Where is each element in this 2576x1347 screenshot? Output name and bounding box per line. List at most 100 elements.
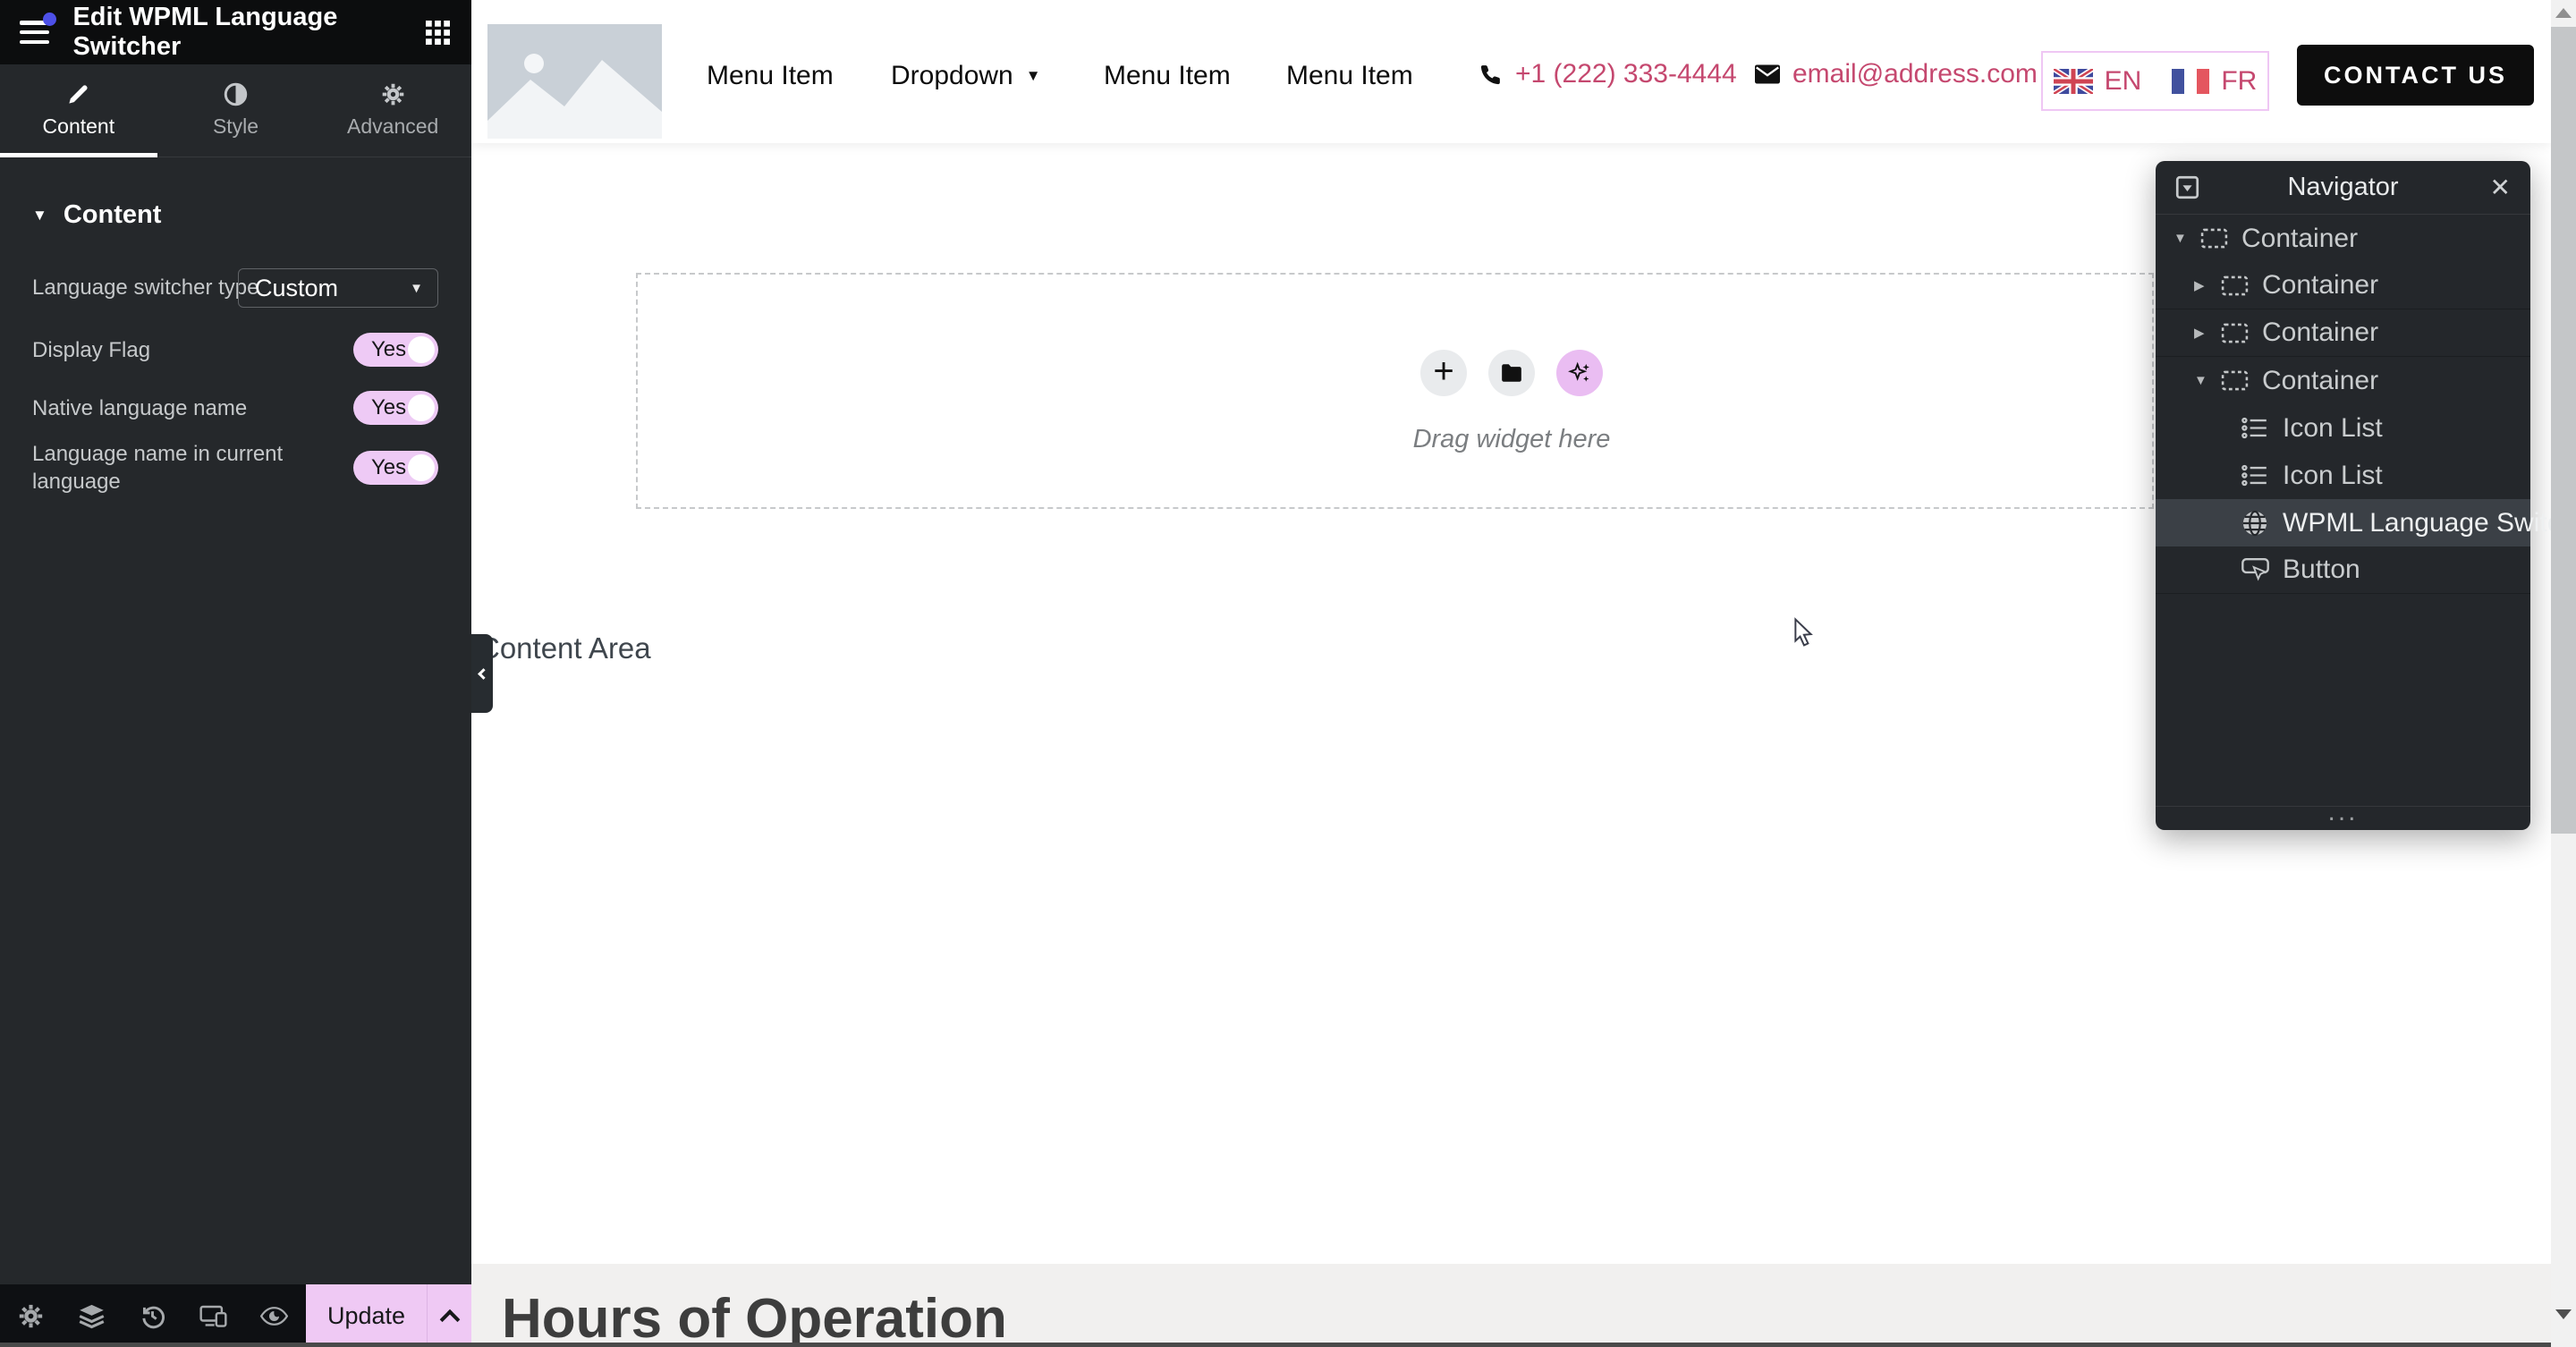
scrollbar-thumb[interactable] — [2551, 27, 2576, 834]
chevron-left-icon — [478, 668, 489, 680]
language-code: EN — [2105, 66, 2142, 97]
button-icon — [2241, 558, 2283, 581]
history-icon[interactable] — [122, 1303, 182, 1329]
menu-item-3[interactable]: Menu Item — [1104, 61, 1231, 91]
page-scrollbar — [2551, 0, 2576, 1347]
toggle-control-row: Language name in current language Yes — [0, 428, 471, 508]
menu-item-4[interactable]: Menu Item — [1286, 61, 1413, 91]
navigator-resize-handle[interactable]: ... — [2156, 806, 2530, 830]
envelope-icon — [1755, 64, 1780, 84]
uk-flag-icon — [2054, 69, 2093, 94]
content-section-header[interactable]: ▼ Content — [32, 200, 161, 230]
navigator-title: Navigator — [2156, 173, 2530, 202]
toggle-control-row: Display Flag Yes — [0, 323, 471, 377]
navigator-item-container[interactable]: ▶ Container — [2156, 309, 2530, 357]
navigator-item-button[interactable]: Button — [2156, 546, 2530, 594]
header-email-link[interactable]: email@address.com — [1755, 59, 2038, 89]
select-value: Custom — [255, 275, 338, 302]
scroll-down-arrow[interactable] — [2555, 1309, 2572, 1319]
caret-right-icon[interactable]: ▶ — [2194, 325, 2221, 341]
menu-item-1[interactable]: Menu Item — [707, 61, 834, 91]
navigator-item-label: Icon List — [2283, 461, 2383, 491]
chevron-down-icon: ▼ — [410, 281, 423, 296]
style-icon — [224, 82, 248, 106]
toggle-switch[interactable]: Yes — [353, 451, 438, 485]
editor-sidebar: Edit WPML Language Switcher Content — [0, 0, 471, 1347]
chevron-up-icon — [439, 1309, 460, 1330]
container-icon — [2200, 228, 2241, 249]
navigator-item-wpml-language-switcher[interactable]: WPML Language Switcher — [2156, 499, 2530, 546]
toggle-state-label: Yes — [371, 337, 406, 362]
site-header: Menu Item Dropdown▼ Menu Item Menu Item +1 … — [471, 0, 2551, 143]
widget-drop-zone[interactable]: + Drag widget here — [636, 273, 2154, 509]
wpml-language-switcher-widget: EN FR — [2041, 51, 2269, 111]
ai-sparkle-icon — [1568, 361, 1592, 385]
widgets-grid-icon[interactable] — [426, 21, 450, 45]
menu-item-label: Dropdown — [891, 61, 1013, 91]
caret-down-icon[interactable]: ▼ — [2174, 231, 2200, 246]
navigator-item-container[interactable]: ▼ Container — [2156, 357, 2530, 404]
language-switcher-type-label: Language switcher type — [32, 268, 259, 308]
header-phone-link[interactable]: +1 (222) 333-4444 — [1479, 59, 1737, 89]
toggle-switch[interactable]: Yes — [353, 333, 438, 367]
folder-icon — [1500, 361, 1523, 385]
navigator-item-label: Container — [2262, 366, 2378, 396]
tab-content[interactable]: Content — [0, 64, 157, 157]
panel-footer: Update — [0, 1284, 471, 1347]
mouse-cursor — [1790, 617, 1817, 655]
toggle-switch[interactable]: Yes — [353, 391, 438, 425]
elementor-editor: Edit WPML Language Switcher Content — [0, 0, 2576, 1347]
toggle-knob — [408, 394, 435, 421]
toggle-state-label: Yes — [371, 395, 406, 420]
navigator-item-icon-list[interactable]: Icon List — [2156, 452, 2530, 499]
navigator-item-container[interactable]: ▶ Container — [2156, 262, 2530, 309]
toggle-label: Display Flag — [32, 336, 318, 364]
tab-style[interactable]: Style — [157, 64, 315, 157]
contact-us-button[interactable]: CONTACT US — [2297, 45, 2534, 106]
caret-right-icon[interactable]: ▶ — [2194, 277, 2221, 293]
navigator-item-icon-list[interactable]: Icon List — [2156, 404, 2530, 452]
language-link-fr[interactable]: FR — [2172, 66, 2257, 97]
menu-item-label: Menu Item — [1104, 61, 1231, 91]
add-widget-button[interactable]: + — [1420, 350, 1467, 396]
hamburger-menu-icon[interactable] — [20, 21, 49, 44]
responsive-devices-icon[interactable] — [182, 1302, 243, 1330]
navigator-item-container[interactable]: ▼Container — [2156, 215, 2530, 262]
menu-item-2[interactable]: Dropdown▼ — [891, 61, 1041, 91]
navigator-item-label: Container — [2262, 270, 2378, 301]
update-options-button[interactable] — [427, 1284, 471, 1347]
drop-zone-caption: Drag widget here — [1413, 425, 1611, 454]
language-switcher-type-select[interactable]: Custom ▼ — [238, 268, 438, 308]
tab-advanced-label: Advanced — [347, 114, 438, 139]
caret-down-icon[interactable]: ▼ — [2194, 373, 2221, 388]
toggle-label: Language name in current language — [32, 440, 318, 496]
toggle-label: Native language name — [32, 394, 318, 422]
content-section-title: Content — [64, 200, 162, 230]
toggle-control-row: Native language name Yes — [0, 381, 471, 435]
settings-gear-icon[interactable] — [0, 1303, 61, 1329]
scroll-up-arrow[interactable] — [2555, 8, 2572, 18]
ai-builder-button[interactable] — [1556, 350, 1603, 396]
tab-style-label: Style — [213, 114, 258, 139]
logo-placeholder[interactable] — [487, 24, 662, 139]
hours-section: Hours of Operation — [471, 1264, 2551, 1347]
content-area-label: Content Area — [479, 631, 651, 665]
container-icon — [2221, 275, 2262, 296]
close-icon[interactable]: ✕ — [2490, 173, 2511, 202]
panel-collapse-handle[interactable] — [471, 634, 493, 713]
sidebar-header: Edit WPML Language Switcher — [0, 0, 471, 64]
language-link-en[interactable]: EN — [2054, 66, 2142, 97]
preview-eye-icon[interactable] — [243, 1302, 304, 1330]
pencil-icon — [66, 82, 90, 106]
layers-icon[interactable] — [61, 1303, 122, 1329]
bottom-divider — [0, 1343, 2576, 1347]
language-code: FR — [2221, 66, 2257, 97]
container-icon — [2221, 370, 2262, 391]
navigator-item-label: Container — [2262, 318, 2378, 348]
navigator-item-label: WPML Language Switcher — [2283, 508, 2576, 538]
fr-flag-icon — [2172, 69, 2209, 94]
toggle-state-label: Yes — [371, 455, 406, 480]
update-button[interactable]: Update — [306, 1284, 427, 1347]
tab-advanced[interactable]: Advanced — [314, 64, 471, 157]
add-template-button[interactable] — [1488, 350, 1535, 396]
